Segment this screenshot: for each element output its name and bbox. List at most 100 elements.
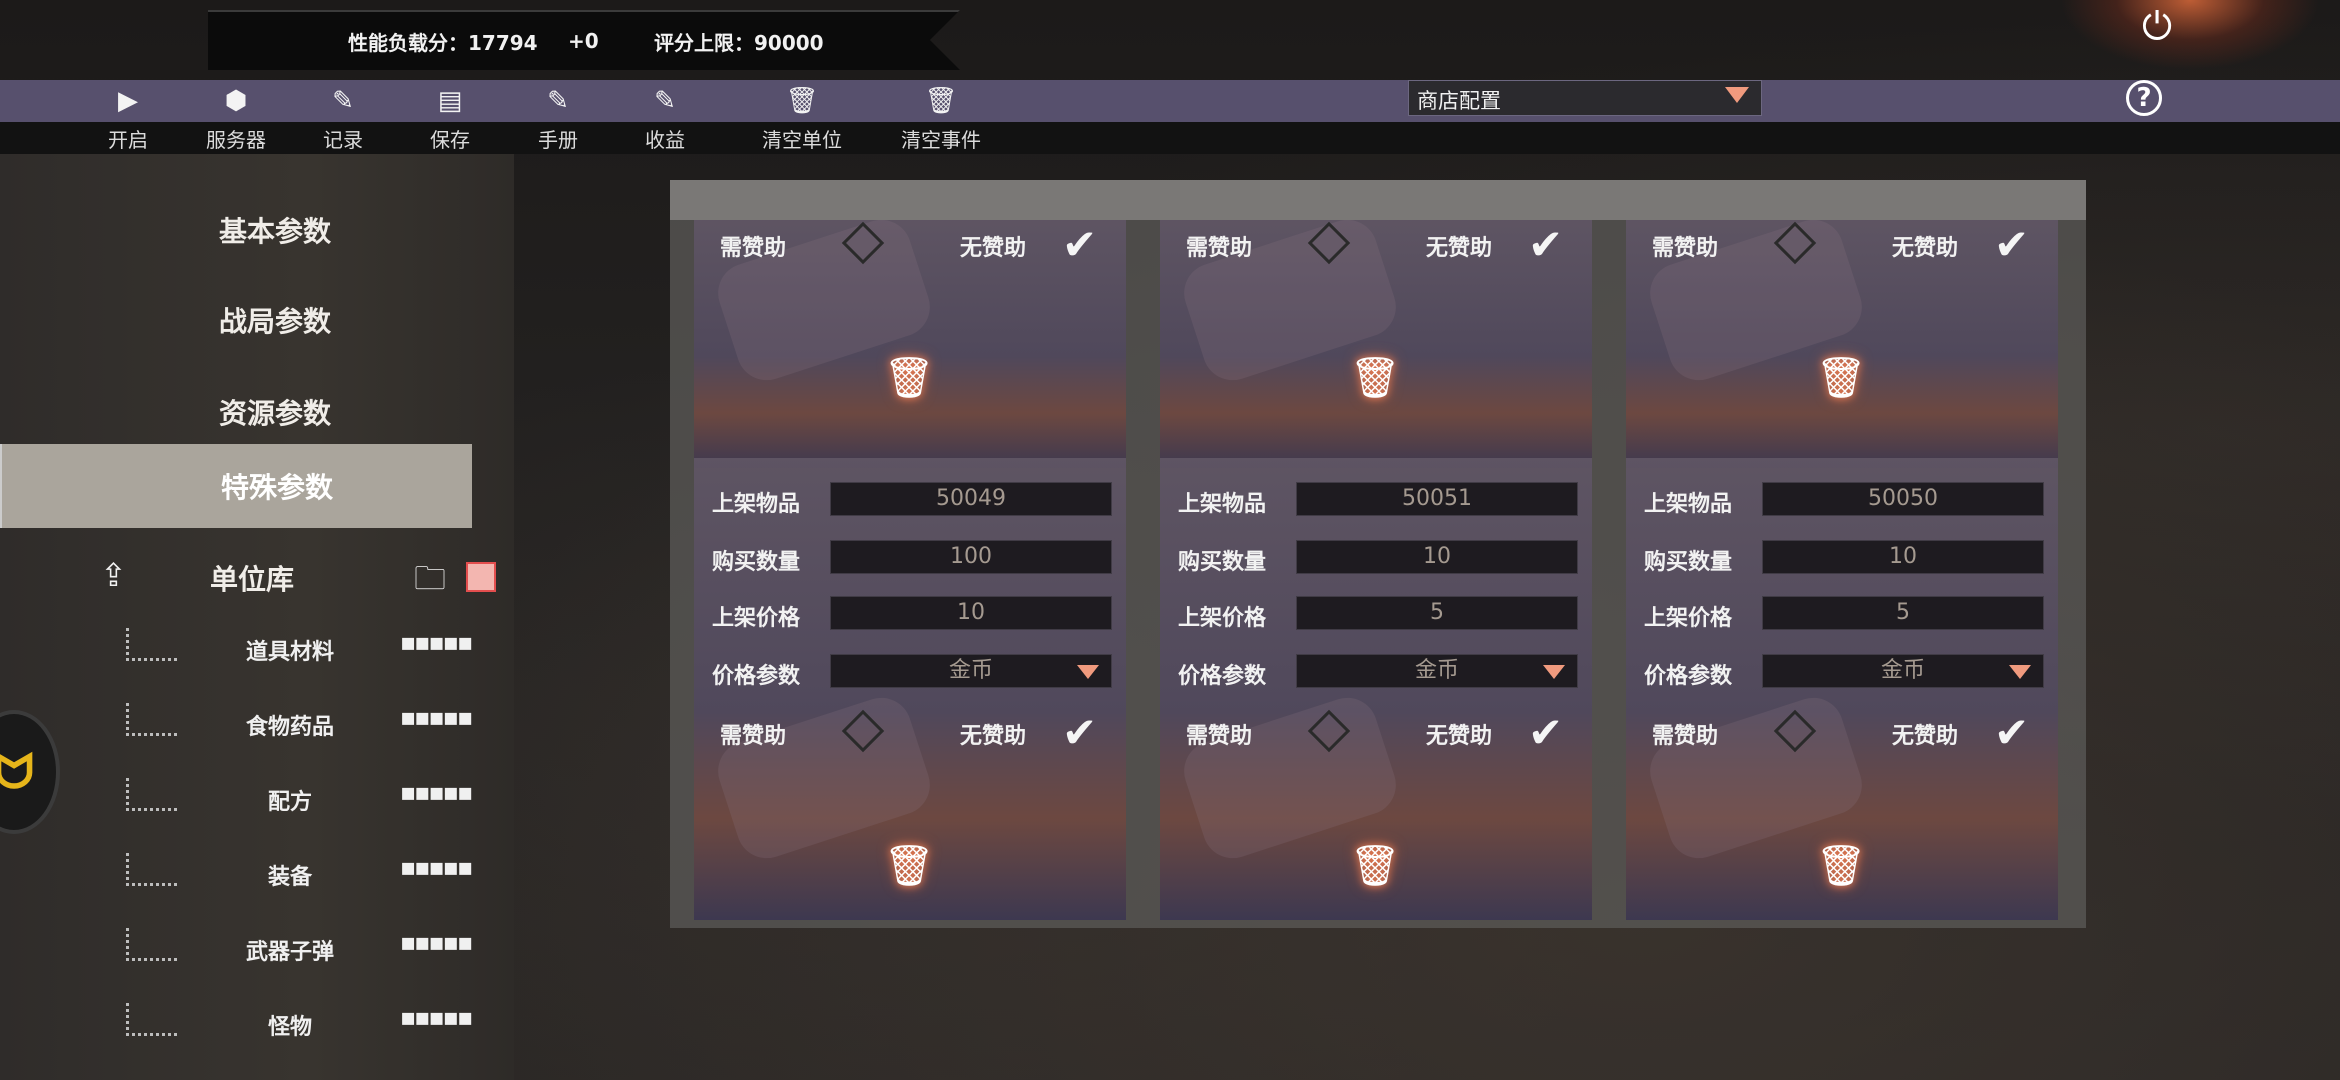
item-input[interactable]: 50051 (1296, 482, 1578, 516)
nav-resource-params[interactable]: 资源参数 (0, 370, 514, 454)
item-label: 上架物品 (1644, 492, 1733, 517)
price-input[interactable]: 10 (830, 596, 1112, 630)
edit-icon: ✎ (654, 86, 676, 116)
need-sponsor-label: 需赞助 (1652, 724, 1719, 749)
price-field: 上架价格 10 (712, 596, 1116, 632)
library-item[interactable]: 食物药品 ▪▪▪▪▪ (120, 699, 473, 759)
nav-special-params[interactable]: 特殊参数 (0, 444, 472, 528)
record-button[interactable]: ✎ 记录 (283, 80, 403, 154)
need-sponsor-checkbox[interactable] (1307, 221, 1351, 265)
nav-battle-params[interactable]: 战局参数 (0, 278, 514, 362)
price-param-label: 价格参数 (1178, 664, 1267, 689)
need-sponsor-checkbox[interactable] (841, 221, 885, 265)
need-sponsor-checkbox[interactable] (841, 709, 885, 753)
trash-icon[interactable]: 🗑 (1814, 354, 1868, 404)
library-item[interactable]: 装备 ▪▪▪▪▪ (120, 849, 473, 909)
quantity-input[interactable]: 10 (1296, 540, 1578, 574)
library-item[interactable]: 怪物 ▪▪▪▪▪ (120, 999, 473, 1059)
check-icon[interactable]: ✔ (1062, 220, 1097, 269)
manual-button[interactable]: ✎ 手册 (498, 80, 618, 154)
library-item[interactable]: 配方 ▪▪▪▪▪ (120, 774, 473, 834)
quantity-field: 购买数量 10 (1178, 540, 1582, 576)
library-item[interactable]: 武器子弹 ▪▪▪▪▪ (120, 924, 473, 984)
more-icon[interactable]: ▪▪▪▪▪ (400, 778, 473, 806)
quantity-input[interactable]: 10 (1762, 540, 2044, 574)
trash-icon[interactable]: 🗑 (882, 354, 936, 404)
save-label: 保存 (430, 128, 470, 152)
price-param-label: 价格参数 (712, 664, 801, 689)
no-sponsor-label: 无赞助 (960, 724, 1027, 749)
add-folder-icon[interactable]: 🗀 (414, 556, 446, 610)
library-title: 单位库 (210, 563, 295, 596)
check-icon[interactable]: ✔ (1062, 708, 1097, 757)
config-select-value: 商店配置 (1417, 89, 1501, 113)
record-label: 记录 (323, 128, 363, 152)
edit-icon: ✎ (547, 86, 569, 116)
quantity-label: 购买数量 (712, 550, 801, 575)
shop-card: 上架物品 50051 购买数量 10 上架价格 5 价格参数 金币 需赞助 无赞… (1160, 458, 1592, 920)
chevron-down-icon (1543, 665, 1565, 679)
nav-label: 特殊参数 (220, 471, 333, 504)
server-button[interactable]: ⬢ 服务器 (176, 80, 296, 154)
currency-select[interactable]: 金币 (1762, 654, 2044, 688)
revenue-button[interactable]: ✎ 收益 (605, 80, 725, 154)
clear-units-button[interactable]: 🗑 清空单位 (742, 80, 862, 154)
price-param-field: 价格参数 金币 (1178, 654, 1582, 690)
price-param-field: 价格参数 金币 (1644, 654, 2048, 690)
shop-card: 上架物品 50049 购买数量 100 上架价格 10 价格参数 金币 需赞助 … (694, 458, 1126, 920)
no-sponsor-label: 无赞助 (1892, 724, 1959, 749)
price-param-label: 价格参数 (1644, 664, 1733, 689)
price-input[interactable]: 5 (1296, 596, 1578, 630)
item-label: 上架物品 (712, 492, 801, 517)
more-icon[interactable]: ▪▪▪▪▪ (400, 853, 473, 881)
quantity-input[interactable]: 100 (830, 540, 1112, 574)
quantity-field: 购买数量 10 (1644, 540, 2048, 576)
chevron-down-icon (1725, 87, 1749, 103)
nav-basic-params[interactable]: 基本参数 (0, 188, 514, 272)
price-input[interactable]: 5 (1762, 596, 2044, 630)
check-icon[interactable]: ✔ (1994, 708, 2029, 757)
config-select[interactable]: 商店配置 (1408, 80, 1762, 116)
need-sponsor-checkbox[interactable] (1773, 709, 1817, 753)
trash-icon[interactable]: 🗑 (1814, 842, 1868, 892)
item-input[interactable]: 50050 (1762, 482, 2044, 516)
quantity-label: 购买数量 (1178, 550, 1267, 575)
more-icon[interactable]: ▪▪▪▪▪ (400, 928, 473, 956)
need-sponsor-checkbox[interactable] (1773, 221, 1817, 265)
start-label: 开启 (108, 128, 148, 152)
clear-events-button[interactable]: 🗑 清空事件 (881, 80, 1001, 154)
check-icon[interactable]: ✔ (1528, 220, 1563, 269)
check-icon[interactable]: ✔ (1994, 220, 2029, 269)
play-icon: ▶ (118, 86, 138, 116)
check-icon[interactable]: ✔ (1528, 708, 1563, 757)
price-field: 上架价格 5 (1644, 596, 2048, 632)
price-param-field: 价格参数 金币 (712, 654, 1116, 690)
power-icon[interactable]: ⏻ (2137, 4, 2177, 48)
library-header: ⇪ 单位库 🗀 (0, 542, 514, 612)
export-icon[interactable]: ⇪ (100, 556, 127, 594)
help-icon[interactable]: ? (2126, 80, 2162, 116)
sponsor-row: 需赞助 无赞助 ✔ (720, 708, 1120, 758)
need-sponsor-checkbox[interactable] (1307, 709, 1351, 753)
no-sponsor-label: 无赞助 (960, 236, 1027, 261)
trash-icon[interactable]: 🗑 (1348, 354, 1402, 404)
library-item[interactable]: 道具材料 ▪▪▪▪▪ (120, 624, 473, 684)
currency-select[interactable]: 金币 (830, 654, 1112, 688)
more-icon[interactable]: ▪▪▪▪▪ (400, 628, 473, 656)
start-button[interactable]: ▶ 开启 (68, 80, 188, 154)
currency-value: 金币 (948, 658, 993, 683)
trash-icon[interactable]: 🗑 (1348, 842, 1402, 892)
perf-delta-text: +0 (568, 29, 599, 53)
more-icon[interactable]: ▪▪▪▪▪ (400, 1003, 473, 1031)
sponsor-row: 需赞助 无赞助 ✔ (1652, 708, 2052, 758)
shop-card: 需赞助 无赞助 ✔ 🗑 (694, 220, 1126, 468)
need-sponsor-label: 需赞助 (1186, 724, 1253, 749)
library-checkbox[interactable] (466, 562, 496, 592)
trash-icon[interactable]: 🗑 (882, 842, 936, 892)
item-label: 上架物品 (1178, 492, 1267, 517)
nav-label: 基本参数 (218, 215, 331, 248)
save-button[interactable]: ▤ 保存 (390, 80, 510, 154)
item-input[interactable]: 50049 (830, 482, 1112, 516)
currency-select[interactable]: 金币 (1296, 654, 1578, 688)
more-icon[interactable]: ▪▪▪▪▪ (400, 703, 473, 731)
